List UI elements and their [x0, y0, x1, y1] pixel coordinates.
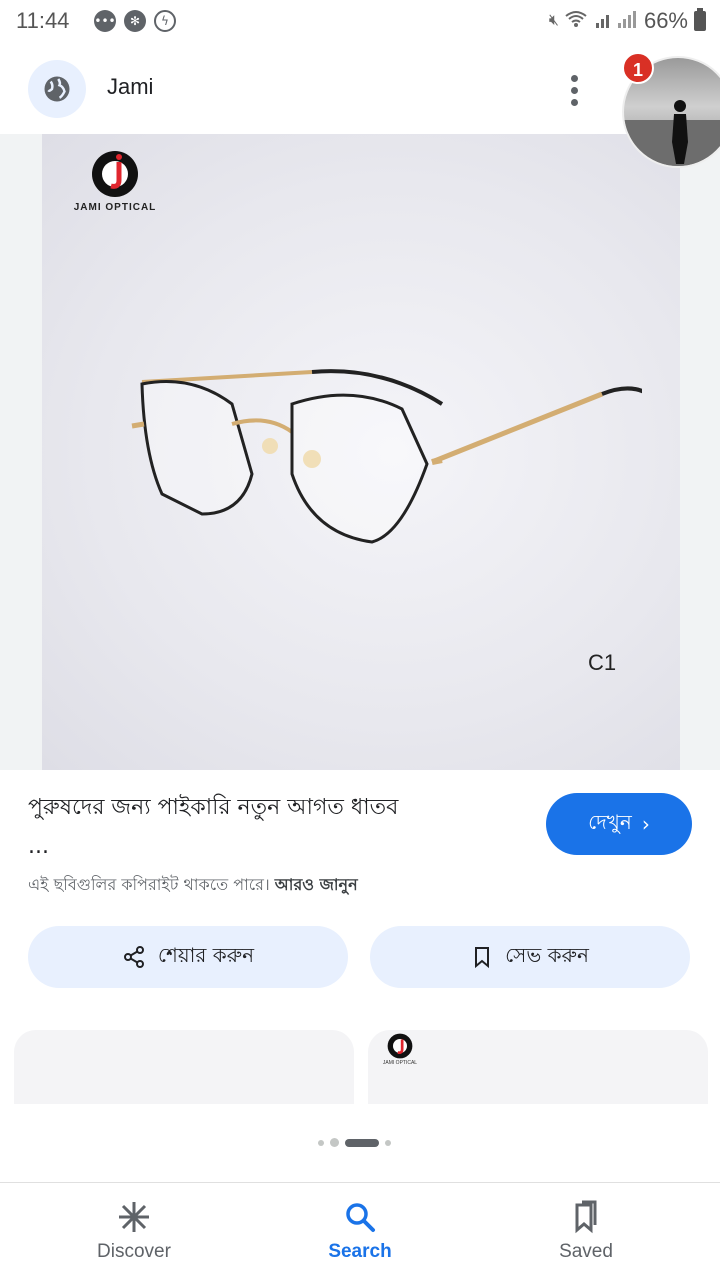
title-ellipsis: ...: [28, 834, 49, 859]
brand-logo: JAMI OPTICAL: [60, 148, 170, 213]
nav-discover[interactable]: Discover: [44, 1183, 224, 1280]
nav-saved[interactable]: Saved: [496, 1183, 676, 1280]
battery-percent: 66%: [643, 8, 688, 33]
brand-text: JAMI OPTICAL: [73, 202, 157, 213]
share-button[interactable]: শেয়ার করুন: [28, 926, 348, 988]
page-dot: [330, 1138, 339, 1147]
visit-button[interactable]: দেখুন ›: [546, 793, 692, 855]
nav-label: Search: [328, 1241, 392, 1262]
bottom-navigation: Discover Search Saved: [0, 1182, 720, 1280]
nav-label: Discover: [97, 1241, 171, 1262]
chevron-right-icon: ›: [641, 812, 650, 836]
nav-search[interactable]: Search: [270, 1183, 450, 1280]
variant-code: C1: [588, 650, 617, 675]
globe-icon: [44, 76, 70, 102]
related-card[interactable]: JAMI OPTICAL: [368, 1030, 708, 1104]
asterisk-icon: [119, 1202, 149, 1232]
copyright-notice: এই ছবিগুলির কপিরাইট থাকতে পারে। আরও জানু…: [28, 872, 358, 899]
share-label: শেয়ার করুন: [157, 942, 255, 967]
product-image[interactable]: JAMI OPTICAL C1: [42, 134, 680, 770]
save-label: সেভ করুন: [505, 942, 589, 967]
battery-icon: [694, 8, 706, 31]
bookmark-icon: [575, 1200, 597, 1234]
status-right: 🔇︎ 66%: [549, 8, 706, 34]
status-time: 11:44: [16, 8, 70, 33]
page-dot-active: [345, 1138, 379, 1147]
image-viewer[interactable]: JAMI OPTICAL C1: [0, 134, 720, 770]
nav-label: Saved: [559, 1241, 613, 1262]
visit-label: দেখুন: [588, 809, 632, 834]
save-button[interactable]: সেভ করুন: [370, 926, 690, 988]
notification-badge: 1: [622, 52, 654, 84]
messenger-icon: ϟ: [154, 10, 176, 32]
share-icon: [123, 946, 144, 968]
status-bar: 11:44 ••• ✻ ϟ 🔇︎ 66%: [0, 0, 720, 44]
site-favicon[interactable]: [28, 60, 86, 118]
source-name[interactable]: Jami: [107, 74, 153, 100]
related-card[interactable]: [14, 1030, 354, 1104]
related-results: JAMI OPTICAL: [0, 1030, 720, 1104]
jami-logo-icon: [92, 151, 138, 197]
more-dot-icon: [570, 86, 578, 94]
mute-icon: 🔇︎: [548, 12, 559, 29]
page-dot: [318, 1139, 324, 1146]
page-indicator: [318, 1138, 391, 1147]
search-icon: [346, 1203, 375, 1232]
copyright-text: এই ছবিগুলির কপিরাইট থাকতে পারে।: [28, 875, 270, 894]
learn-more-link[interactable]: আরও জানুন: [275, 875, 358, 894]
signal-icon: [594, 9, 638, 34]
page-dot: [385, 1139, 391, 1146]
wifi-icon: [564, 9, 588, 34]
top-app-bar: Jami: [0, 44, 720, 134]
more-dot-icon: [570, 98, 578, 106]
chat-icon: •••: [94, 10, 116, 32]
aperture-icon: ✻: [124, 10, 146, 32]
bookmark-icon: [475, 947, 490, 969]
result-title: পুরুষদের জন্য পাইকারি নতুন আগত ধাতব: [28, 795, 399, 820]
notification-icons: ••• ✻ ϟ: [94, 10, 176, 32]
more-dot-icon: [570, 74, 578, 82]
jami-logo-icon: [387, 1033, 413, 1059]
brand-logo: JAMI OPTICAL: [370, 1032, 430, 1066]
eyeglasses-illustration: [131, 369, 642, 544]
more-options-button[interactable]: [560, 70, 588, 110]
brand-text: JAMI OPTICAL: [382, 1060, 418, 1066]
